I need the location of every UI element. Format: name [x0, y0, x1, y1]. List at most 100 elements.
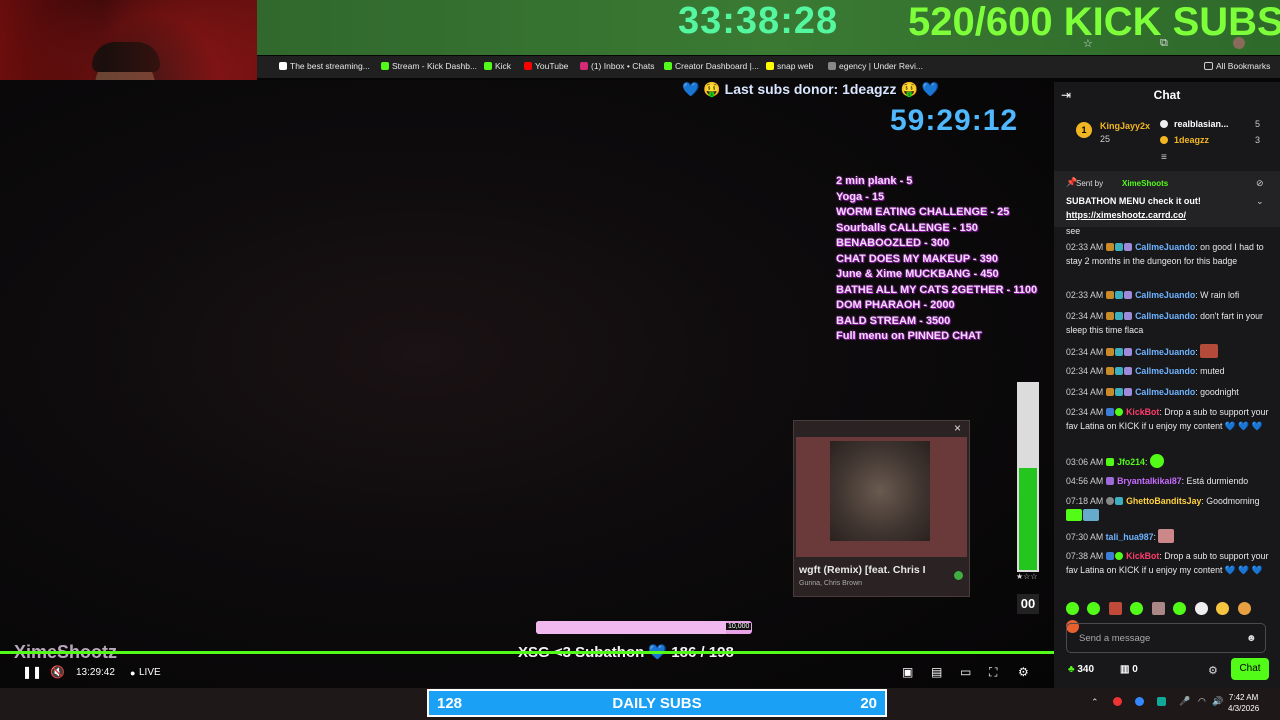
- fullscreen-icon[interactable]: ⛶: [989, 665, 997, 680]
- wifi-icon[interactable]: ◠: [1198, 696, 1206, 707]
- close-icon[interactable]: ×: [954, 421, 961, 435]
- mute-icon[interactable]: 🔇: [50, 665, 65, 679]
- goal-progress-label: 10,000: [726, 623, 752, 630]
- now-playing-widget: × wgft (Remix) [feat. Chris I Gunna, Chr…: [793, 420, 970, 597]
- bookmark-kick-dashboard[interactable]: Stream - Kick Dashb...: [381, 61, 477, 71]
- emote-icon: [1158, 529, 1175, 543]
- youtube-icon: [524, 62, 532, 70]
- bookmark-kick[interactable]: Kick: [484, 61, 511, 71]
- emote-icon: [1083, 508, 1099, 521]
- bluetooth-icon[interactable]: [1135, 697, 1144, 706]
- bookmark-instagram[interactable]: (1) Inbox • Chats: [580, 61, 654, 71]
- chat-message: 02:34 AM CallmeJuando:: [1066, 344, 1272, 360]
- bookmark-icon: [279, 62, 287, 70]
- pinned-link[interactable]: https://ximeshootz.carrd.co/: [1066, 210, 1186, 220]
- tray-app-icon[interactable]: [1113, 697, 1122, 706]
- chat-message: 07:18 AM GhettoBanditsJay: Goodmorning: [1066, 495, 1272, 522]
- leader-count: 3: [1255, 135, 1261, 145]
- goal-progress-fill: [536, 621, 727, 634]
- goal-meter-fill: [1019, 467, 1037, 570]
- chat-message-input[interactable]: Send a message: [1066, 623, 1266, 653]
- extensions-icon[interactable]: ⧉: [1160, 37, 1168, 50]
- settings-icon[interactable]: ⚙: [1018, 665, 1029, 679]
- emote-icon[interactable]: [1066, 602, 1079, 615]
- kick-subs-goal: 520/600 KICK SUBS: [908, 0, 1280, 44]
- bookmark-streaming[interactable]: The best streaming...: [279, 61, 370, 71]
- bookmark-creator-dashboard[interactable]: Creator Dashboard |...: [664, 61, 759, 71]
- meter-stars: ★☆☆: [1016, 572, 1038, 581]
- emote-icon[interactable]: [1108, 602, 1122, 615]
- leader-name[interactable]: realblasian...: [1174, 119, 1229, 129]
- microphone-icon[interactable]: 🎤: [1179, 696, 1190, 707]
- chevron-down-icon[interactable]: ⌄: [1256, 196, 1264, 207]
- tray-app-icon[interactable]: [1157, 697, 1166, 706]
- menu-item: June & Xime MUCKBANG - 450: [836, 268, 999, 280]
- emote-icon[interactable]: [1173, 602, 1187, 615]
- emote-icon[interactable]: [1087, 602, 1101, 615]
- chat-message: 02:34 AM CallmeJuando: muted: [1066, 366, 1225, 376]
- partial-message: see: [1066, 226, 1081, 236]
- pause-icon[interactable]: ❚❚: [22, 665, 42, 679]
- tray-chevron-icon[interactable]: ⌃: [1091, 697, 1099, 708]
- daily-subs-right: 20: [860, 695, 877, 712]
- chat-title: Chat: [1153, 88, 1181, 102]
- daily-subs-label: DAILY SUBS: [612, 695, 702, 712]
- playback-progress[interactable]: [0, 651, 1054, 654]
- chat-message: 02:33 AM CallmeJuando: W rain lofi: [1066, 290, 1240, 300]
- menu-item: Full menu on PINNED CHAT: [836, 330, 982, 342]
- emote-icon[interactable]: [1151, 602, 1165, 615]
- volume-icon[interactable]: 🔊: [1212, 696, 1223, 707]
- menu-item: WORM EATING CHALLENGE - 25: [836, 206, 1010, 218]
- emote-icon: [1149, 454, 1164, 468]
- bookmark-all[interactable]: All Bookmarks: [1204, 61, 1270, 71]
- chat-message: 04:56 AM Bryantalkikai87: Está durmiendo: [1066, 476, 1249, 486]
- emote-icon[interactable]: [1130, 602, 1144, 615]
- chat-send-button[interactable]: Chat: [1231, 658, 1269, 680]
- chat-message: 07:38 AM KickBot: Drop a sub to support …: [1066, 551, 1269, 575]
- emote-icon: [1066, 508, 1082, 521]
- channel-points[interactable]: ♣ 340: [1068, 664, 1094, 675]
- menu-item: BENABOOZLED - 300: [836, 237, 950, 249]
- emote-icon[interactable]: [1194, 602, 1208, 615]
- pinned-message: 📌 Sent by XimeShoots SUBATHON MENU check…: [1054, 171, 1280, 227]
- leader-name[interactable]: 1deagzz: [1174, 135, 1209, 145]
- menu-item: Yoga - 15: [836, 190, 885, 203]
- rank-one-icon: 1: [1076, 122, 1092, 138]
- emoji-icon[interactable]: ☻: [1246, 633, 1257, 644]
- last-subs-donor: 💙 🤑 Last subs donor: 1deagzz 🤑 💙: [682, 81, 940, 97]
- bookmarks-bar: The best streaming... Stream - Kick Dash…: [257, 56, 1280, 78]
- avatar[interactable]: [1233, 37, 1245, 49]
- countdown-timer: 59:29:12: [890, 104, 1019, 137]
- chat-settings-icon[interactable]: ⚙: [1208, 664, 1218, 677]
- instagram-icon: [580, 62, 588, 70]
- emote-icon[interactable]: [1237, 602, 1251, 615]
- live-dot-icon: ●: [130, 668, 136, 678]
- leader-name[interactable]: KingJayy2x: [1100, 121, 1150, 131]
- emote-icon[interactable]: [1216, 602, 1230, 615]
- stream-time: 13:29:42: [76, 667, 115, 678]
- system-clock[interactable]: 7:42 AM 4/3/2026: [1228, 692, 1259, 714]
- kick-icon: [381, 62, 389, 70]
- subathon-timer: 33:38:28: [678, 0, 839, 42]
- pinned-sender-label: Sent by: [1076, 179, 1104, 188]
- bookmark-egency[interactable]: egency | Under Revi...: [828, 61, 923, 71]
- chat-panel: ⇥ Chat 1 KingJayy2x 25 realblasian... 5 …: [1054, 82, 1280, 688]
- chat-message: 02:33 AM CallmeJuando: on good I had to …: [1066, 242, 1264, 266]
- unpin-icon[interactable]: ⊘: [1256, 178, 1264, 189]
- miniplayer-icon[interactable]: ▭: [960, 665, 971, 679]
- pinned-sender[interactable]: XimeShoots: [1122, 179, 1168, 188]
- leader-count: 5: [1255, 119, 1261, 129]
- menu-item: BALD STREAM - 3500: [836, 314, 951, 327]
- clip-icon[interactable]: ▤: [931, 665, 942, 679]
- gift-icon: [1160, 120, 1168, 128]
- player-controls: ❚❚ 🔇 13:29:42 ● LIVE ▣ ▤ ▭ ⛶ ⚙: [0, 660, 1054, 686]
- star-icon[interactable]: ☆: [1083, 37, 1093, 50]
- meter-count: 00: [1017, 594, 1039, 614]
- theater-icon[interactable]: ▣: [902, 665, 913, 679]
- bookmark-snap[interactable]: snap web: [766, 61, 813, 71]
- store-points[interactable]: ▥ 0: [1120, 664, 1138, 675]
- expand-leaderboard-icon[interactable]: ≡: [1161, 152, 1167, 163]
- chat-message: 02:34 AM KickBot: Drop a sub to support …: [1066, 407, 1269, 431]
- points-icon: ♣: [1068, 664, 1075, 675]
- bookmark-youtube[interactable]: YouTube: [524, 61, 568, 71]
